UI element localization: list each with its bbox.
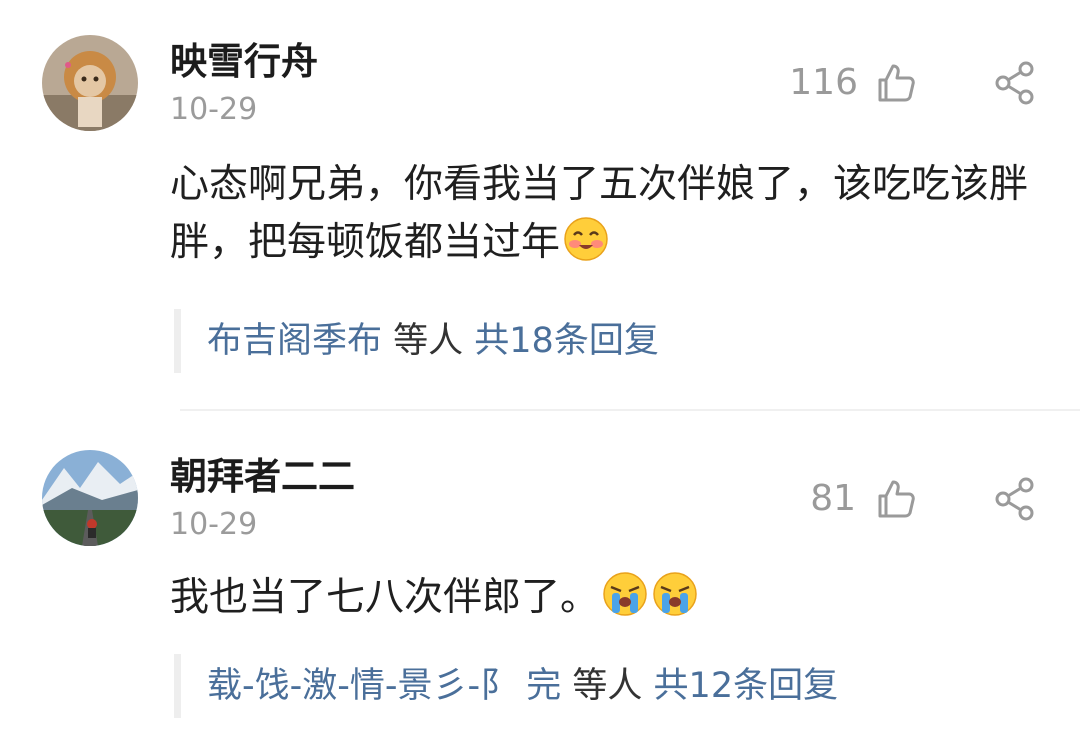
- reply-summary[interactable]: 载-饯-激-情-景彡-阝 完 等人 共12条回复: [174, 654, 838, 718]
- comment-date: 10-29: [170, 92, 258, 127]
- reply-summary[interactable]: 布吉阁季布 等人 共18条回复: [174, 309, 659, 373]
- comment-text-content: 我也当了七八次伴郎了。: [170, 575, 600, 620]
- username[interactable]: 映雪行舟: [170, 40, 318, 84]
- reply-count[interactable]: 共12条回复: [654, 666, 839, 706]
- comment-date: 10-29: [170, 507, 258, 542]
- comment-item: 映雪行舟 10-29 116 心态啊兄弟，你看我当了五次伴娘了，该吃吃该胖胖，把…: [0, 0, 1080, 409]
- share-icon[interactable]: [992, 60, 1038, 106]
- avatar[interactable]: [42, 35, 138, 131]
- thumbs-up-icon[interactable]: [872, 476, 918, 522]
- reply-count[interactable]: 共18条回复: [474, 321, 659, 361]
- loudly-crying-face-icon: [601, 570, 649, 635]
- avatar[interactable]: [42, 450, 138, 546]
- username[interactable]: 朝拜者二二: [170, 455, 355, 499]
- reply-connector: 等人: [561, 666, 654, 706]
- loudly-crying-face-icon: [651, 570, 699, 635]
- comment-item: 朝拜者二二 10-29 81 我也当了七八次伴郎了。 载-饯-激-情-景彡-阝 …: [0, 411, 1080, 749]
- share-icon[interactable]: [992, 476, 1038, 522]
- like-count[interactable]: 116: [738, 61, 858, 105]
- comment-text: 我也当了七八次伴郎了。: [170, 569, 1050, 635]
- like-count[interactable]: 81: [736, 477, 856, 521]
- comment-text: 心态啊兄弟，你看我当了五次伴娘了，该吃吃该胖胖，把每顿饭都当过年: [170, 156, 1050, 280]
- smiling-blush-face-icon: [562, 215, 610, 280]
- thumbs-up-icon[interactable]: [872, 60, 918, 106]
- reply-names[interactable]: 布吉阁季布: [207, 321, 382, 361]
- reply-connector: 等人: [382, 321, 475, 361]
- reply-names[interactable]: 载-饯-激-情-景彡-阝 完: [207, 666, 561, 706]
